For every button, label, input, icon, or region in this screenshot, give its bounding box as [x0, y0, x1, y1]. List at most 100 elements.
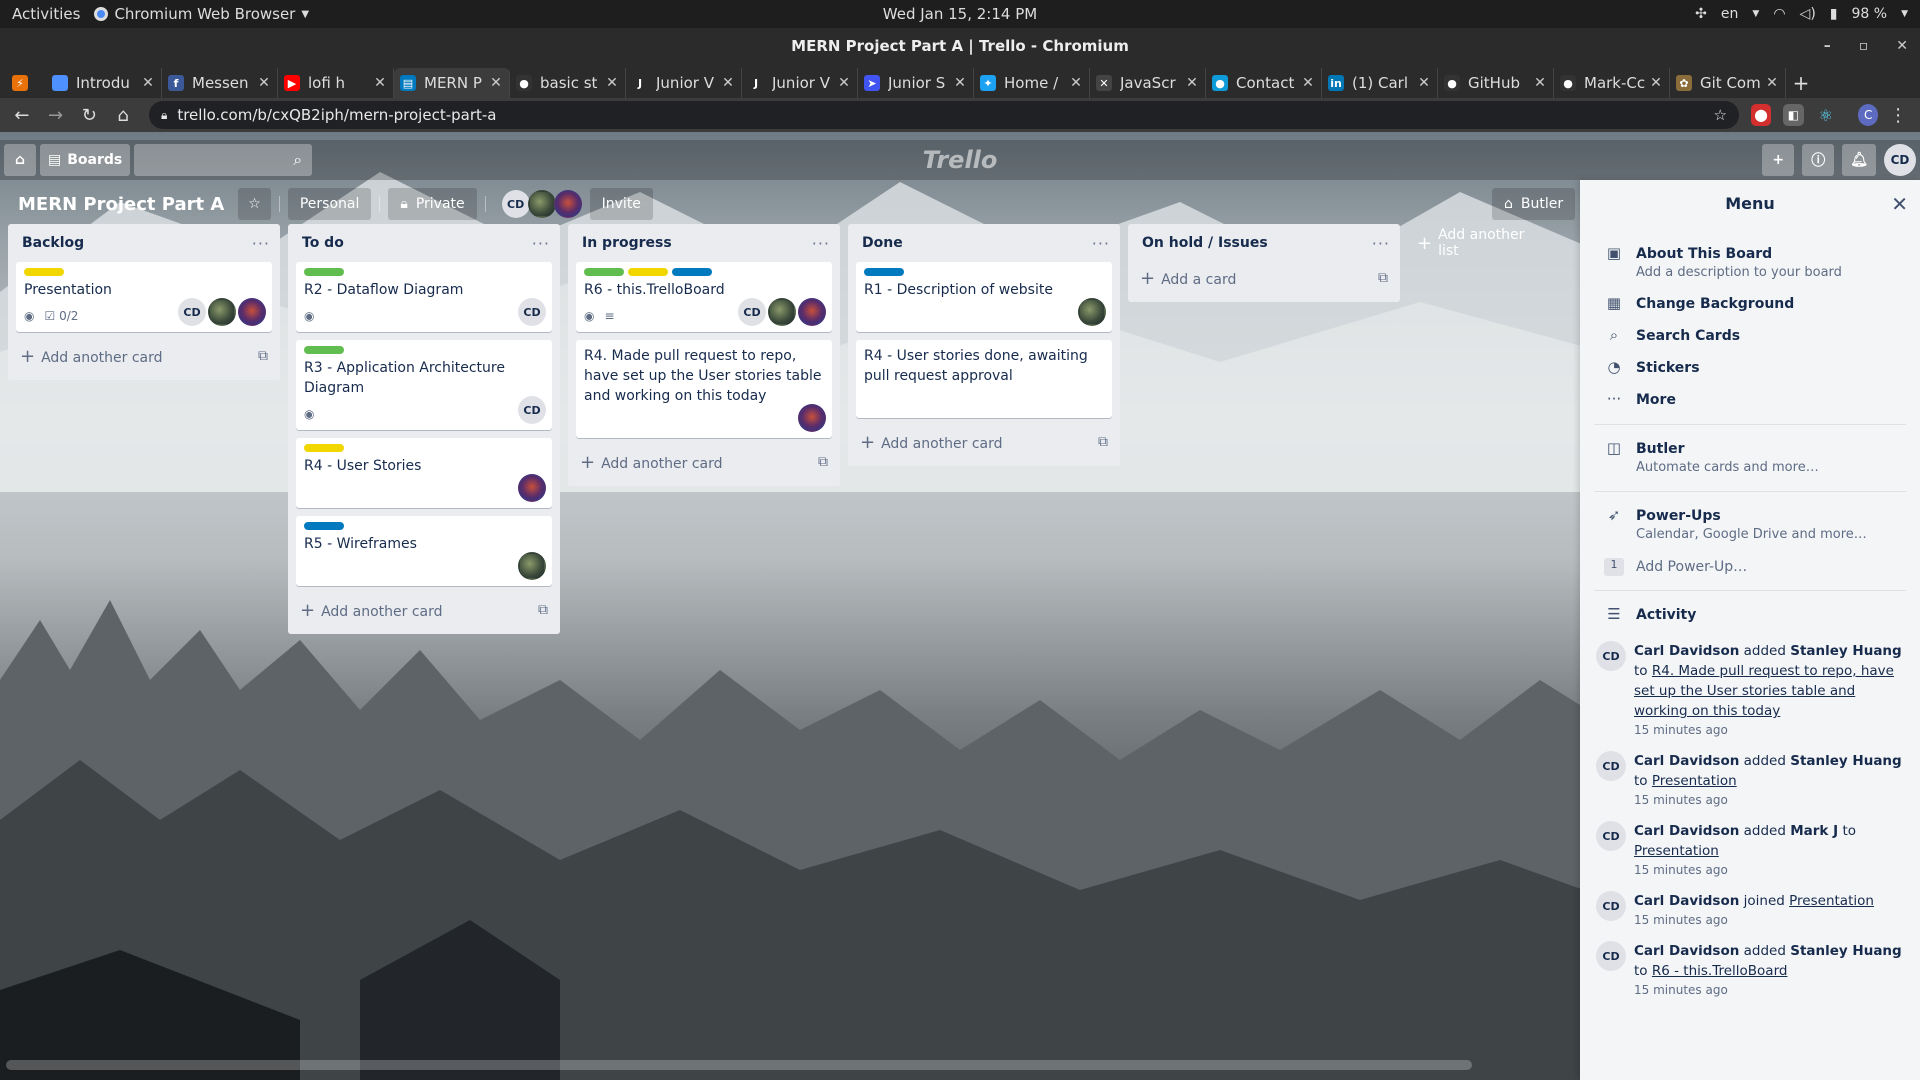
new-tab-button[interactable]: +	[1786, 68, 1816, 98]
invite-button[interactable]: Invite	[589, 188, 653, 220]
search-input[interactable]: ⌕	[134, 144, 313, 176]
card-label[interactable]	[628, 268, 668, 276]
menu-item-search-cards[interactable]: ⌕ Search Cards	[1590, 322, 1910, 350]
add-card-button[interactable]: + Add another card ⧉	[856, 426, 1112, 458]
tab-close-icon[interactable]: ✕	[1301, 75, 1315, 91]
list-header[interactable]: To do ···	[296, 224, 552, 262]
avatar[interactable]	[553, 190, 582, 218]
tab-close-icon[interactable]: ✕	[721, 75, 735, 91]
tab[interactable]: ● basic st ✕	[510, 68, 626, 98]
tab[interactable]: J Junior V ✕	[626, 68, 742, 98]
avatar[interactable]: CD	[178, 298, 206, 326]
tab-pinned[interactable]: ⚡	[6, 68, 46, 98]
url-text[interactable]: trello.com/b/cxQB2iph/mern-project-part-…	[177, 106, 1703, 124]
activity-target-user[interactable]: Stanley Huang	[1790, 643, 1901, 659]
avatar[interactable]: CD	[1596, 641, 1626, 671]
list-menu-icon[interactable]: ···	[1092, 234, 1110, 253]
visibility-button[interactable]: 🔒︎ Private	[388, 188, 477, 220]
activity-target-user[interactable]: Stanley Huang	[1790, 753, 1901, 769]
add-card-button[interactable]: + Add another card ⧉	[576, 446, 832, 478]
menu-item-change-background[interactable]: ▦ Change Background	[1590, 290, 1910, 318]
avatar[interactable]: CD	[1596, 821, 1626, 851]
tab[interactable]: f Messen ✕	[162, 68, 278, 98]
profile-avatar[interactable]: C	[1857, 104, 1879, 126]
card[interactable]: R3 - Application Architecture Diagram ◉ CD	[296, 340, 552, 430]
activity-user[interactable]: Carl Davidson	[1634, 943, 1739, 959]
add-card-button[interactable]: + Add another card ⧉	[296, 594, 552, 626]
tab-close-icon[interactable]: ✕	[1069, 75, 1083, 91]
close-icon[interactable]: ✕	[1896, 38, 1908, 54]
activity-card-link[interactable]: Presentation	[1652, 773, 1737, 789]
tab[interactable]: in (1) Carl ✕	[1322, 68, 1438, 98]
add-list-button[interactable]: + Add another list	[1409, 224, 1549, 262]
extension-red-icon[interactable]: ⬤	[1750, 104, 1772, 126]
card[interactable]: R4. Made pull request to repo, have set …	[576, 340, 832, 438]
add-icon[interactable]: +	[1762, 144, 1795, 176]
avatar[interactable]: CD	[518, 396, 546, 424]
avatar[interactable]: CD	[1596, 891, 1626, 921]
add-power-up-link[interactable]: 1 Add Power-Up…	[1590, 554, 1910, 580]
tab[interactable]: ➤ Junior S ✕	[858, 68, 974, 98]
activity-card-link[interactable]: Presentation	[1634, 843, 1719, 859]
tab[interactable]: ● GitHub ✕	[1438, 68, 1554, 98]
activity-user[interactable]: Carl Davidson	[1634, 893, 1739, 909]
tab[interactable]: ▤ MERN P ✕	[394, 68, 510, 98]
avatar[interactable]	[798, 298, 826, 326]
star-board-button[interactable]: ☆	[238, 188, 271, 220]
template-icon[interactable]: ⧉	[538, 602, 548, 618]
avatar[interactable]: CD	[1596, 941, 1626, 971]
menu-item-about-this-board[interactable]: ▣ About This Board Add a description to yo…	[1590, 240, 1910, 286]
app-menu[interactable]: Chromium Web Browser ▼	[94, 5, 309, 23]
list-title[interactable]: On hold / Issues	[1142, 235, 1268, 251]
card[interactable]: R5 - Wireframes	[296, 516, 552, 586]
home-icon[interactable]: ⌂	[109, 100, 137, 130]
template-icon[interactable]: ⧉	[818, 454, 828, 470]
tab[interactable]: ✿ Git Com ✕	[1670, 68, 1786, 98]
avatar[interactable]	[238, 298, 266, 326]
list-menu-icon[interactable]: ···	[532, 234, 550, 253]
card-label[interactable]	[304, 268, 344, 276]
activity-target-user[interactable]: Mark J	[1790, 823, 1838, 839]
tab-close-icon[interactable]: ✕	[837, 75, 851, 91]
tab-close-icon[interactable]: ✕	[141, 75, 155, 91]
card[interactable]: R6 - this.TrelloBoard ◉ ≡ CD	[576, 262, 832, 332]
add-card-button[interactable]: + Add a card ⧉	[1136, 262, 1392, 294]
template-icon[interactable]: ⧉	[1098, 434, 1108, 450]
card-label[interactable]	[304, 444, 344, 452]
list-header[interactable]: In progress ···	[576, 224, 832, 262]
list-menu-icon[interactable]: ···	[1372, 234, 1390, 253]
activity-user[interactable]: Carl Davidson	[1634, 823, 1739, 839]
tab-close-icon[interactable]: ✕	[605, 75, 619, 91]
activity-user[interactable]: Carl Davidson	[1634, 643, 1739, 659]
tab[interactable]: ✦ Home / ✕	[974, 68, 1090, 98]
home-icon[interactable]: ⌂	[4, 144, 36, 176]
tab[interactable]: ▶ lofi h ✕	[278, 68, 394, 98]
tab-close-icon[interactable]: ✕	[953, 75, 967, 91]
tab[interactable]: ● Contact ✕	[1206, 68, 1322, 98]
activity-target-user[interactable]: Stanley Huang	[1790, 943, 1901, 959]
list-title[interactable]: In progress	[582, 235, 672, 251]
card-label[interactable]	[304, 522, 344, 530]
activity-user[interactable]: Carl Davidson	[1634, 753, 1739, 769]
card[interactable]: R4 - User stories done, awaiting pull re…	[856, 340, 1112, 418]
card[interactable]: Presentation ◉ ☑ 0/2 CD	[16, 262, 272, 332]
reload-icon[interactable]: ↻	[75, 100, 103, 130]
card[interactable]: R2 - Dataflow Diagram ◉ CD	[296, 262, 552, 332]
list-title[interactable]: Done	[862, 235, 903, 251]
close-icon[interactable]: ✕	[1891, 192, 1908, 216]
butler-button[interactable]: ⌂ Butler	[1492, 188, 1576, 220]
minimize-icon[interactable]: –	[1824, 38, 1831, 54]
avatar[interactable]	[527, 190, 556, 218]
avatar[interactable]	[208, 298, 236, 326]
info-icon[interactable]: ⓘ	[1802, 144, 1835, 176]
avatar[interactable]: CD	[501, 190, 530, 218]
activity-card-link[interactable]: R4. Made pull request to repo, have set …	[1634, 663, 1894, 719]
team-button[interactable]: Personal	[287, 188, 372, 220]
avatar[interactable]: CD	[738, 298, 766, 326]
avatar[interactable]	[768, 298, 796, 326]
forward-icon[interactable]: →	[42, 100, 70, 130]
card[interactable]: R1 - Description of website	[856, 262, 1112, 332]
activities-button[interactable]: Activities	[0, 5, 94, 23]
avatar[interactable]: CD	[1596, 751, 1626, 781]
maximize-icon[interactable]: ▫	[1859, 38, 1869, 54]
